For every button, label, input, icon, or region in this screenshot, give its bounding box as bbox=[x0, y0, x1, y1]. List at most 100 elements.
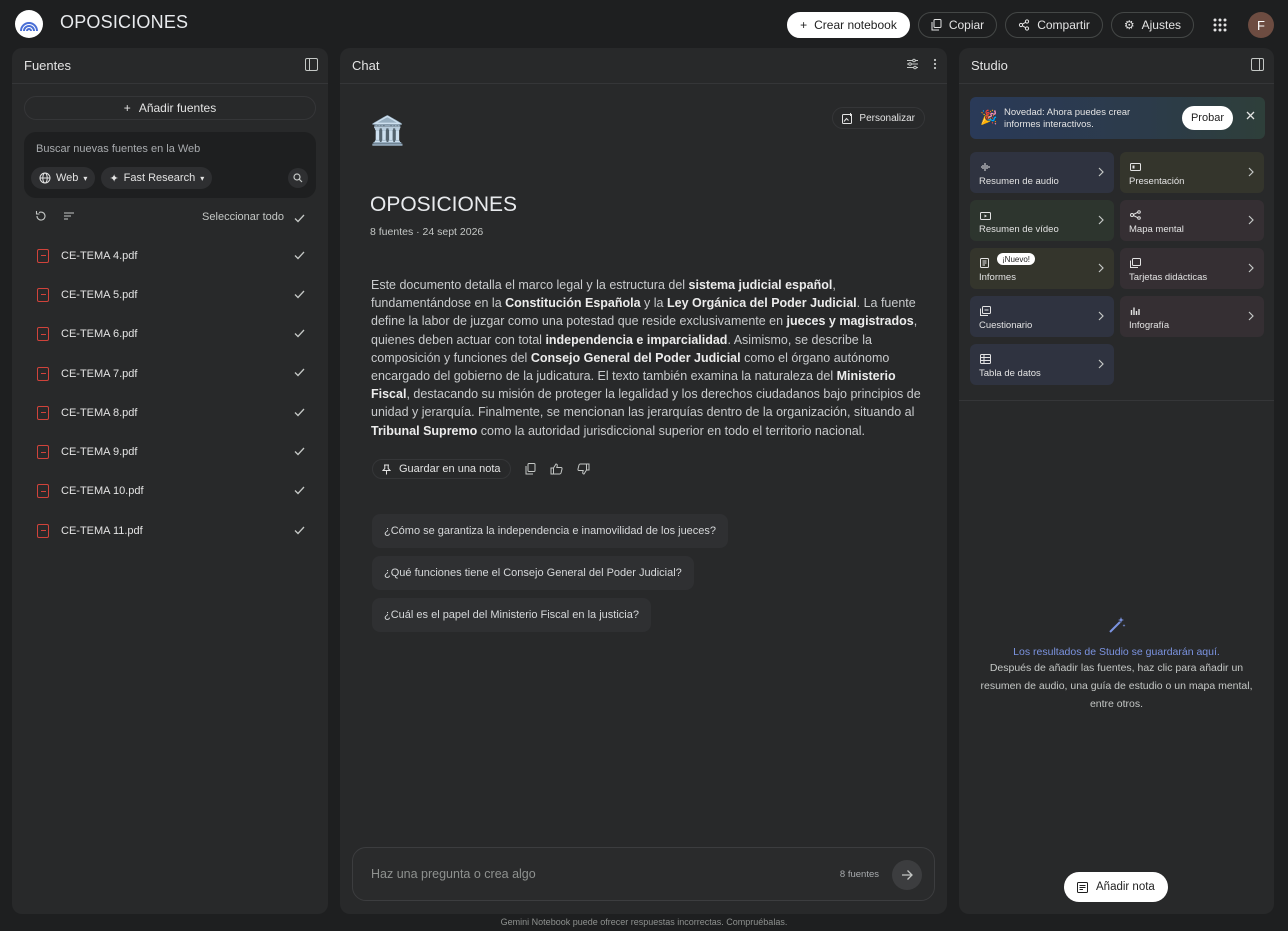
source-item[interactable]: CE-TEMA 5.pdf bbox=[12, 275, 328, 314]
research-mode-dropdown[interactable]: ✦ Fast Research ▾ bbox=[101, 167, 213, 189]
collapse-panel-icon[interactable] bbox=[1251, 58, 1264, 71]
source-item[interactable]: CE-TEMA 6.pdf bbox=[12, 315, 328, 354]
share-button[interactable]: Compartir bbox=[1005, 12, 1103, 38]
response-actions: Guardar en una nota bbox=[372, 459, 590, 479]
source-checkbox[interactable] bbox=[292, 287, 306, 301]
source-checkbox[interactable] bbox=[292, 523, 306, 537]
studio-tile-label: Resumen de vídeo bbox=[979, 224, 1059, 235]
select-all-checkbox[interactable] bbox=[292, 211, 306, 225]
studio-tile-label: Tabla de datos bbox=[979, 368, 1041, 379]
sources-toolbar: Seleccionar todo bbox=[12, 198, 328, 236]
studio-tile-flashcards[interactable]: Tarjetas didácticas bbox=[1120, 248, 1264, 289]
personalize-button[interactable]: Personalizar bbox=[832, 107, 925, 129]
source-checkbox[interactable] bbox=[292, 366, 306, 380]
summary-highlight: Tribunal Supremo bbox=[371, 423, 478, 438]
save-to-note-button[interactable]: Guardar en una nota bbox=[372, 459, 511, 479]
studio-tile-slides[interactable]: Presentación bbox=[1120, 152, 1264, 193]
app-logo-icon[interactable] bbox=[15, 10, 43, 38]
collapse-panel-icon[interactable] bbox=[305, 58, 318, 71]
pdf-icon bbox=[37, 484, 49, 499]
source-checkbox[interactable] bbox=[292, 248, 306, 262]
copy-icon bbox=[931, 19, 942, 31]
notebook-title[interactable]: OPOSICIONES bbox=[60, 12, 188, 33]
source-item[interactable]: CE-TEMA 8.pdf bbox=[12, 393, 328, 432]
suggested-question[interactable]: ¿Cómo se garantiza la independencia e in… bbox=[372, 514, 729, 548]
search-submit-button[interactable] bbox=[288, 168, 308, 188]
sources-panel: Fuentes + Añadir fuentes Buscar nuevas f… bbox=[12, 48, 328, 914]
source-checkbox[interactable] bbox=[292, 484, 306, 498]
sort-icon[interactable] bbox=[63, 210, 75, 222]
studio-tile-video[interactable]: Resumen de vídeo bbox=[970, 200, 1114, 241]
gear-icon: ⚙ bbox=[1123, 18, 1135, 32]
reports-icon bbox=[980, 255, 991, 268]
checkmark-icon bbox=[294, 408, 304, 417]
try-button[interactable]: Probar bbox=[1181, 106, 1233, 130]
send-button[interactable] bbox=[892, 860, 922, 890]
suggested-question[interactable]: ¿Cuál es el papel del Ministerio Fiscal … bbox=[372, 598, 651, 632]
source-item[interactable]: CE-TEMA 4.pdf bbox=[12, 236, 328, 275]
chat-input-box[interactable]: Haz una pregunta o crea algo 8 fuentes bbox=[352, 847, 935, 901]
more-vert-icon[interactable] bbox=[933, 58, 937, 70]
plus-icon: + bbox=[800, 18, 808, 32]
studio-tile-reports[interactable]: ¡Nuevo! Informes bbox=[970, 248, 1114, 289]
source-item[interactable]: CE-TEMA 10.pdf bbox=[12, 472, 328, 511]
thumbs-up-icon[interactable] bbox=[550, 463, 563, 475]
suggested-question[interactable]: ¿Qué funciones tiene el Consejo General … bbox=[372, 556, 694, 590]
source-item[interactable]: CE-TEMA 9.pdf bbox=[12, 432, 328, 471]
summary-highlight: Consejo General del Poder Judicial bbox=[530, 350, 741, 365]
summary-highlight: sistema judicial español bbox=[688, 278, 833, 292]
studio-tile-label: Mapa mental bbox=[1129, 224, 1184, 235]
source-checkbox[interactable] bbox=[292, 405, 306, 419]
apps-grid-icon[interactable] bbox=[1206, 11, 1234, 39]
add-sources-button[interactable]: + Añadir fuentes bbox=[24, 96, 316, 120]
web-source-dropdown[interactable]: Web ▾ bbox=[31, 167, 96, 189]
settings-label: Ajustes bbox=[1141, 18, 1181, 32]
source-count: 8 fuentes bbox=[839, 869, 879, 880]
create-notebook-button[interactable]: + Crear notebook bbox=[787, 12, 910, 38]
copy-button[interactable]: Copiar bbox=[917, 12, 998, 38]
close-icon[interactable] bbox=[1246, 111, 1255, 120]
source-checkbox[interactable] bbox=[292, 444, 306, 458]
pdf-icon bbox=[37, 366, 49, 381]
checkmark-icon bbox=[294, 447, 304, 456]
image-edit-icon bbox=[842, 112, 853, 124]
copy-label: Copiar bbox=[948, 18, 985, 32]
add-note-button[interactable]: Añadir nota bbox=[1064, 872, 1168, 902]
studio-title: Studio bbox=[971, 58, 1008, 73]
studio-tiles: Resumen de audio Presentación Resumen de v… bbox=[970, 152, 1264, 385]
refresh-icon[interactable] bbox=[35, 210, 47, 222]
source-item[interactable]: CE-TEMA 11.pdf bbox=[12, 511, 328, 550]
studio-tile-table[interactable]: Tabla de datos bbox=[970, 344, 1114, 385]
search-input[interactable]: Buscar nuevas fuentes en la Web bbox=[36, 143, 200, 155]
share-icon bbox=[1019, 19, 1030, 31]
thumbs-down-icon[interactable] bbox=[576, 463, 590, 475]
tune-icon[interactable] bbox=[906, 58, 919, 70]
source-checkbox[interactable] bbox=[292, 327, 306, 341]
create-notebook-label: Crear notebook bbox=[814, 18, 897, 32]
summary-highlight: independencia e imparcialidad bbox=[545, 332, 728, 347]
source-name: CE-TEMA 6.pdf bbox=[61, 328, 138, 341]
infographic-icon bbox=[1130, 303, 1141, 315]
slides-icon bbox=[1130, 159, 1141, 171]
top-bar: OPOSICIONES + Crear notebook Copiar Comp… bbox=[0, 0, 1288, 48]
studio-tile-quiz[interactable]: Cuestionario bbox=[970, 296, 1114, 337]
chat-header: Chat bbox=[340, 48, 947, 84]
studio-tile-audio[interactable]: Resumen de audio bbox=[970, 152, 1114, 193]
settings-button[interactable]: ⚙ Ajustes bbox=[1110, 12, 1194, 38]
disclaimer-footer: Gemini Notebook puede ofrecer respuestas… bbox=[500, 917, 788, 927]
studio-tile-infographic[interactable]: Infografía bbox=[1120, 296, 1264, 337]
sparkle-search-icon: ✦ bbox=[109, 172, 119, 185]
studio-tile-label: Cuestionario bbox=[979, 320, 1033, 331]
pdf-icon bbox=[37, 327, 49, 342]
select-all-label: Seleccionar todo bbox=[202, 211, 284, 223]
summary-text: Este documento detalla el marco legal y … bbox=[371, 278, 689, 292]
pdf-icon bbox=[37, 287, 49, 302]
chat-input[interactable]: Haz una pregunta o crea algo bbox=[371, 867, 536, 881]
copy-icon[interactable] bbox=[525, 463, 536, 475]
avatar[interactable]: F bbox=[1248, 12, 1274, 38]
globe-icon bbox=[39, 172, 51, 184]
empty-state-description: Después de añadir las fuentes, haz clic … bbox=[980, 662, 1253, 710]
chevron-right-icon bbox=[1098, 215, 1104, 225]
studio-tile-mindmap[interactable]: Mapa mental bbox=[1120, 200, 1264, 241]
source-item[interactable]: CE-TEMA 7.pdf bbox=[12, 354, 328, 393]
